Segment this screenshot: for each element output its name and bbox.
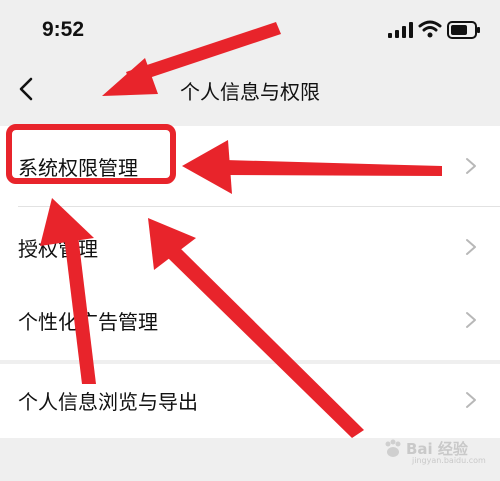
list-item-label: 个性化广告管理 [18, 310, 158, 334]
signal-icon [388, 22, 413, 38]
baidu-watermark: Bai 经验 jingyan.baidu.com [382, 432, 486, 466]
battery-icon [447, 21, 480, 39]
paw-icon [385, 439, 401, 457]
nav-bar: 个人信息与权限 [0, 60, 500, 120]
list-item-label: 个人信息浏览与导出 [18, 390, 198, 414]
watermark-subtext: jingyan.baidu.com [412, 456, 486, 465]
wifi-icon [418, 20, 442, 38]
status-bar: 9:52 [0, 0, 500, 60]
status-time: 9:52 [42, 18, 85, 41]
settings-group-ads: 个性化广告管理 [0, 280, 500, 360]
list-item-personalized-ads[interactable]: 个性化广告管理 [0, 280, 500, 360]
page-title: 个人信息与权限 [180, 80, 320, 104]
settings-group-export: 个人信息浏览与导出 [0, 364, 500, 438]
chevron-right-icon [466, 158, 476, 174]
list-item-label: 授权管理 [18, 237, 98, 261]
chevron-right-icon [466, 239, 476, 255]
chevron-right-icon [466, 392, 476, 408]
list-item-authorization[interactable]: 授权管理 [0, 207, 500, 287]
list-item-personal-info-export[interactable]: 个人信息浏览与导出 [0, 360, 500, 440]
chevron-right-icon [466, 312, 476, 328]
highlight-box [6, 124, 176, 184]
